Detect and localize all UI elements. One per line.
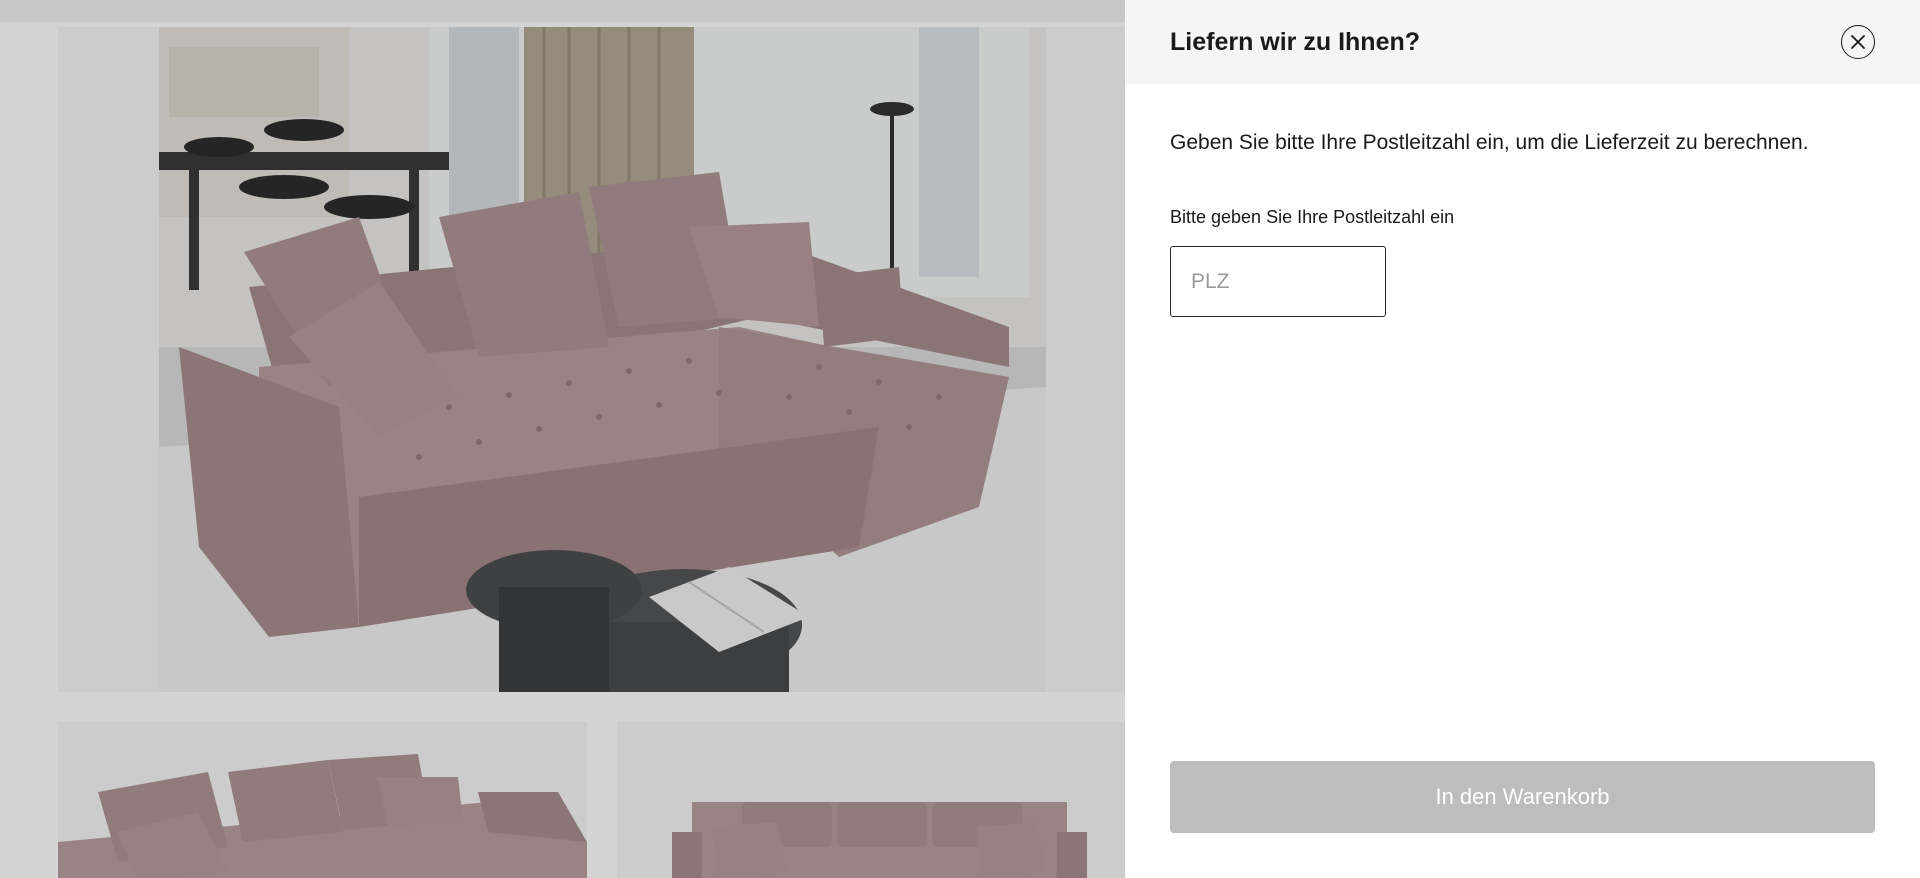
sofa-thumbnail-illustration	[617, 722, 1125, 878]
add-to-cart-button[interactable]: In den Warenkorb	[1170, 761, 1875, 833]
sofa-room-illustration	[159, 27, 1046, 692]
postal-code-input[interactable]	[1170, 246, 1386, 317]
drawer-title: Liefern wir zu Ihnen?	[1170, 28, 1421, 56]
drawer-header: Liefern wir zu Ihnen?	[1125, 0, 1920, 84]
product-thumbnail-1[interactable]	[58, 722, 587, 878]
product-thumbnail-2[interactable]	[617, 722, 1125, 878]
close-icon	[1851, 35, 1865, 49]
main-product-photo	[159, 27, 1046, 692]
intro-text: Geben Sie bitte Ihre Postleitzahl ein, u…	[1170, 131, 1809, 154]
sofa-thumbnail-illustration	[58, 722, 587, 878]
postal-code-label: Bitte geben Sie Ihre Postleitzahl ein	[1170, 207, 1455, 227]
delivery-check-drawer: Liefern wir zu Ihnen? Geben Sie bitte Ih…	[1125, 0, 1920, 878]
main-product-image-frame	[58, 27, 1125, 692]
close-button[interactable]	[1841, 25, 1875, 59]
